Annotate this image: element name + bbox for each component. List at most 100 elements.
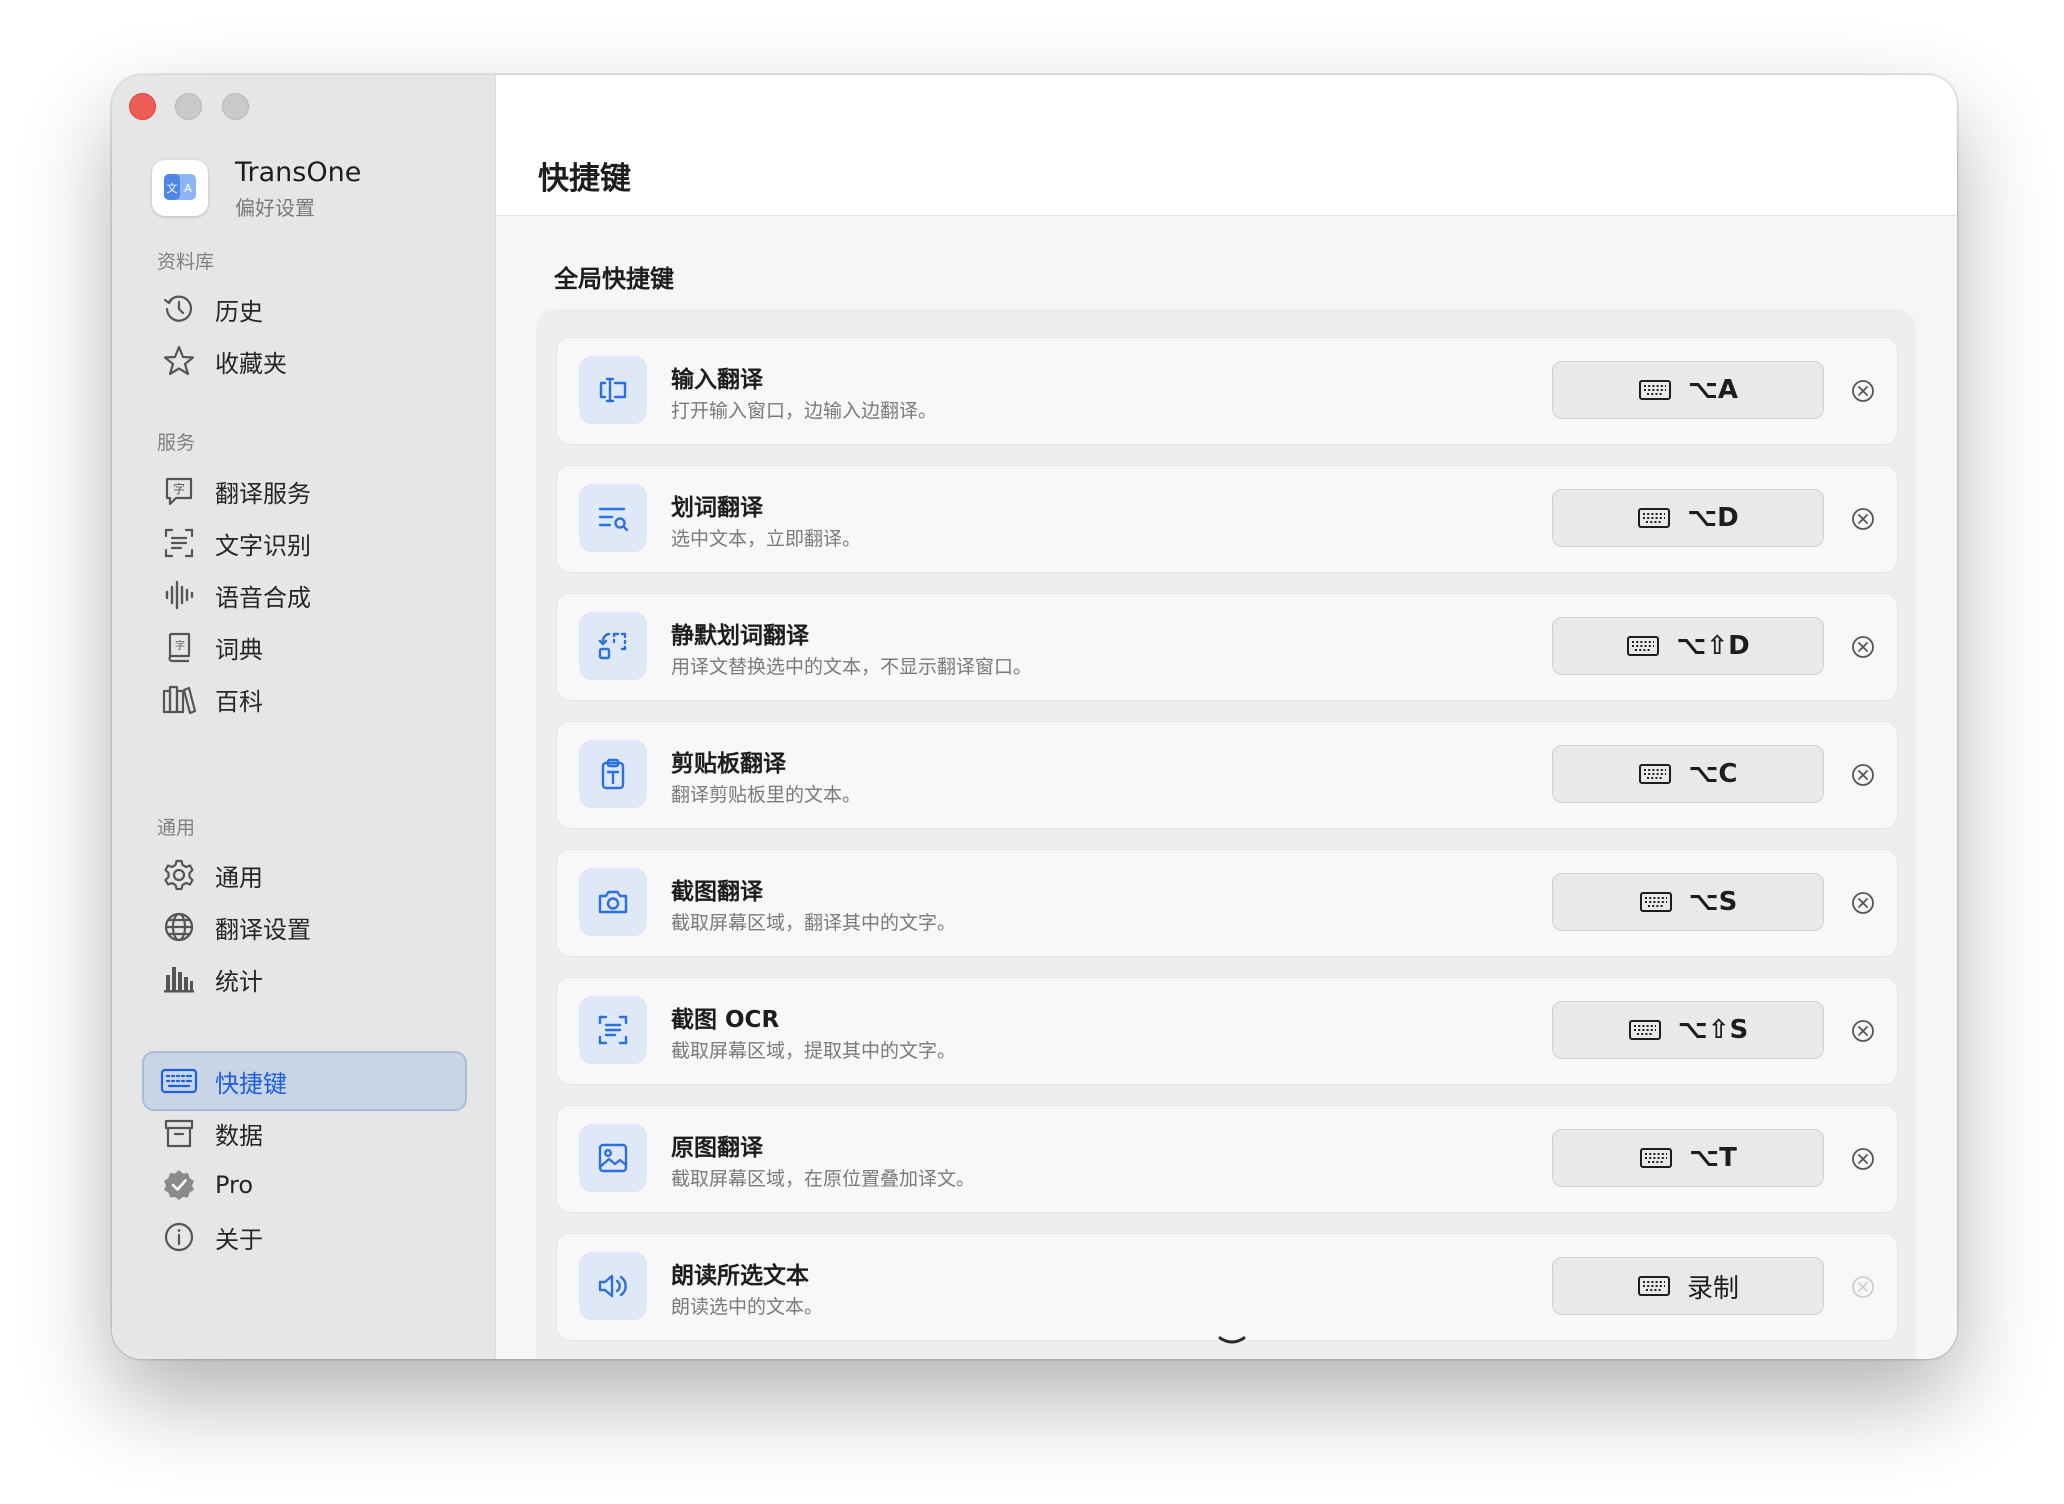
shortcut-title: 截图 OCR — [671, 1007, 780, 1033]
sidebar-item-favorites[interactable]: 收藏夹 — [142, 331, 467, 391]
window-zoom-button[interactable] — [222, 93, 249, 120]
shortcut-row-selection-translate: 划词翻译 选中文本，立即翻译。 ⌥D — [556, 465, 1898, 573]
section-label-services: 服务 — [157, 432, 196, 454]
keyboard-icon — [1628, 1020, 1661, 1040]
shortcut-row-screenshot-translate: 截图翻译 截取屏幕区域，翻译其中的文字。 ⌥S — [556, 849, 1898, 957]
sidebar-item-label: 翻译设置 — [215, 915, 311, 944]
keyboard-icon — [1639, 764, 1672, 784]
main-content: 快捷键 全局快捷键 输入翻译 打开输入窗口，边输入边翻译。 ⌥A 划词翻译 选中… — [496, 75, 1957, 1359]
app-window: 文 A TransOne 偏好设置 资料库 历史 收藏夹 服务 字 翻译服务 文… — [112, 75, 1957, 1359]
clear-x-circle-icon — [1852, 1020, 1874, 1042]
shortcut-description: 截取屏幕区域，提取其中的文字。 — [671, 1040, 957, 1062]
section-label-general: 通用 — [157, 817, 196, 839]
text-viewfinder-icon — [579, 996, 647, 1064]
svg-text:文: 文 — [167, 181, 178, 195]
svg-text:A: A — [184, 182, 192, 195]
keyboard-icon — [1640, 1148, 1673, 1168]
sidebar-item-general[interactable]: 通用 — [142, 845, 467, 905]
svg-text:字: 字 — [173, 481, 185, 496]
sidebar-item-label: 数据 — [215, 1121, 263, 1150]
shortcut-row-screenshot-ocr: 截图 OCR 截取屏幕区域，提取其中的文字。 ⌥⇧S — [556, 977, 1898, 1085]
shortcut-title: 剪贴板翻译 — [671, 751, 786, 777]
shortcut-recorder-button[interactable]: ⌥D — [1552, 489, 1824, 547]
shortcut-row-image-translate: 原图翻译 截取屏幕区域，在原位置叠加译文。 ⌥T — [556, 1105, 1898, 1213]
keyboard-icon — [1639, 892, 1672, 912]
shortcut-recorder-button[interactable]: ⌥⇧S — [1552, 1001, 1824, 1059]
shortcut-description: 打开输入窗口，边输入边翻译。 — [671, 400, 938, 422]
bar-chart-icon — [159, 959, 199, 999]
clear-shortcut-button[interactable] — [1851, 1019, 1875, 1043]
replace-selection-icon — [579, 612, 647, 680]
translate-bubble-icon: 字 — [159, 471, 199, 511]
shortcut-recorder-button[interactable]: ⌥⇧D — [1552, 617, 1824, 675]
clear-x-circle-icon — [1852, 636, 1874, 658]
clear-shortcut-button[interactable] — [1851, 379, 1875, 403]
keyboard-icon — [1638, 380, 1671, 400]
sidebar-item-label: 翻译服务 — [215, 479, 311, 508]
info-circle-icon — [159, 1217, 199, 1257]
group-title: 全局快捷键 — [554, 265, 674, 293]
shortcut-keys: ⌥⇧S — [1677, 1015, 1749, 1045]
sidebar-item-label: Pro — [215, 1171, 254, 1199]
text-magnify-icon — [579, 484, 647, 552]
photo-icon — [579, 1124, 647, 1192]
sidebar-item-speech-synthesis[interactable]: 语音合成 — [142, 565, 467, 625]
clear-x-circle-icon — [1852, 1148, 1874, 1170]
sidebar-item-statistics[interactable]: 统计 — [142, 949, 467, 1009]
sidebar-item-label: 百科 — [215, 687, 263, 716]
shortcut-row-silent-translate: 静默划词翻译 用译文替换选中的文本，不显示翻译窗口。 ⌥⇧D — [556, 593, 1898, 701]
sidebar-item-pro[interactable]: Pro — [142, 1155, 467, 1215]
shortcut-recorder-button[interactable]: 录制 — [1552, 1257, 1824, 1315]
clear-x-circle-icon — [1852, 892, 1874, 914]
sidebar-item-label: 收藏夹 — [215, 349, 287, 378]
record-shortcut-label: 录制 — [1686, 1273, 1739, 1304]
page-title: 快捷键 — [538, 161, 631, 197]
sidebar-item-label: 通用 — [215, 863, 263, 892]
app-subtitle: 偏好设置 — [235, 196, 315, 220]
svg-text:字: 字 — [175, 639, 185, 652]
clear-x-circle-icon — [1852, 764, 1874, 786]
shortcut-keys: ⌥A — [1687, 375, 1739, 405]
window-close-button[interactable] — [129, 93, 156, 120]
shortcut-title: 输入翻译 — [671, 367, 763, 393]
sidebar-item-text-recognition[interactable]: 文字识别 — [142, 513, 467, 573]
shortcut-row-clipboard-translate: 剪贴板翻译 翻译剪贴板里的文本。 ⌥C — [556, 721, 1898, 829]
window-minimize-button[interactable] — [175, 93, 202, 120]
sidebar-item-data[interactable]: 数据 — [142, 1103, 467, 1163]
sidebar-item-translation-services[interactable]: 字 翻译服务 — [142, 461, 467, 521]
sidebar-item-label: 关于 — [215, 1225, 263, 1254]
sidebar-item-dictionary[interactable]: 字 词典 — [142, 617, 467, 677]
sidebar-item-shortcuts[interactable]: 快捷键 — [142, 1051, 467, 1111]
star-icon — [159, 341, 199, 381]
history-icon — [159, 289, 199, 329]
shortcut-keys: ⌥T — [1689, 1143, 1737, 1173]
books-icon — [159, 679, 199, 719]
sidebar-item-history[interactable]: 历史 — [142, 279, 467, 339]
shortcut-description: 用译文替换选中的文本，不显示翻译窗口。 — [671, 656, 1033, 678]
sidebar-item-label: 统计 — [215, 967, 263, 996]
globe-icon — [159, 907, 199, 947]
clear-shortcut-button[interactable] — [1851, 891, 1875, 915]
clear-shortcut-button[interactable] — [1851, 763, 1875, 787]
sidebar-item-translation-settings[interactable]: 翻译设置 — [142, 897, 467, 957]
clear-shortcut-button[interactable] — [1851, 1275, 1875, 1299]
shortcut-recorder-button[interactable]: ⌥A — [1552, 361, 1824, 419]
scroll-more-chevron-icon[interactable] — [1214, 1333, 1250, 1349]
clear-x-circle-icon — [1852, 380, 1874, 402]
sidebar-item-encyclopedia[interactable]: 百科 — [142, 669, 467, 729]
speaker-wave-icon — [579, 1252, 647, 1320]
text-viewfinder-icon — [159, 523, 199, 563]
shortcut-recorder-button[interactable]: ⌥T — [1552, 1129, 1824, 1187]
clear-shortcut-button[interactable] — [1851, 635, 1875, 659]
sidebar-item-label: 文字识别 — [215, 531, 311, 560]
sidebar-item-about[interactable]: 关于 — [142, 1207, 467, 1267]
dictionary-book-icon: 字 — [159, 627, 199, 667]
shortcut-recorder-button[interactable]: ⌥C — [1552, 745, 1824, 803]
shortcut-title: 原图翻译 — [671, 1135, 763, 1161]
shortcut-description: 翻译剪贴板里的文本。 — [671, 784, 862, 806]
clear-shortcut-button[interactable] — [1851, 507, 1875, 531]
shortcut-recorder-button[interactable]: ⌥S — [1552, 873, 1824, 931]
clear-shortcut-button[interactable] — [1851, 1147, 1875, 1171]
shortcut-description: 截取屏幕区域，翻译其中的文字。 — [671, 912, 957, 934]
shortcut-keys: ⌥C — [1688, 759, 1738, 789]
